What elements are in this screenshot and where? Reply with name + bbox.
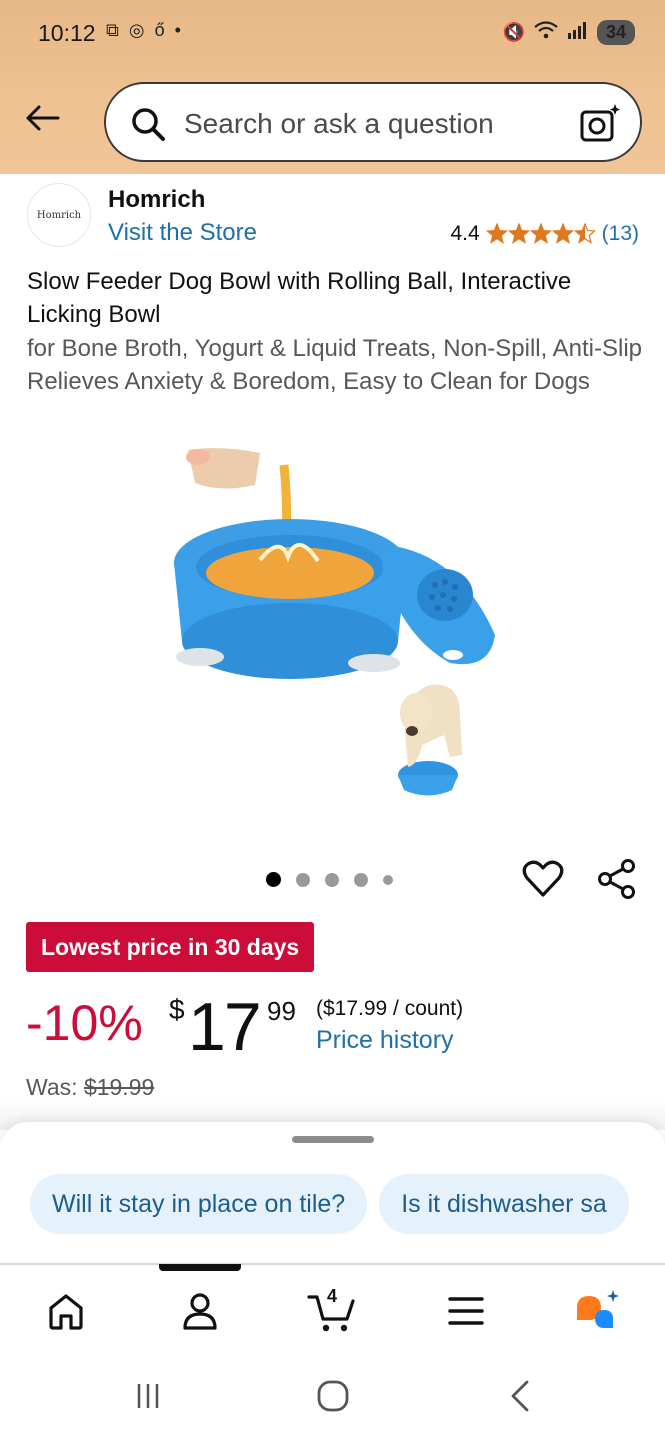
carousel-dot[interactable] <box>354 872 368 887</box>
status-bar: 10:12 ⧉ ◎ ő • 🔇 34 <box>0 0 665 68</box>
home-system-button[interactable] <box>313 1376 353 1416</box>
bottom-nav: 4 <box>0 1266 665 1350</box>
mute-icon: 🔇 <box>502 22 525 42</box>
battery-indicator: 34 <box>596 20 635 45</box>
home-icon <box>49 1294 83 1330</box>
share-icon[interactable] <box>596 858 638 900</box>
was-price: Was: $19.99 <box>26 1074 154 1101</box>
product-image[interactable] <box>160 445 510 805</box>
rating-stars-icon <box>485 223 596 244</box>
deal-badge: Lowest price in 30 days <box>26 922 315 972</box>
recent-apps-button[interactable] <box>128 1376 168 1416</box>
carousel-dot[interactable] <box>383 874 393 885</box>
carousel-dot[interactable] <box>296 872 310 887</box>
rating[interactable]: 4.4 (13) <box>450 222 639 246</box>
visit-store-link[interactable]: Visit the Store <box>108 219 257 247</box>
app-notification-icon: ő <box>154 20 165 40</box>
rating-value: 4.4 <box>450 222 480 245</box>
nav-active-indicator <box>159 1264 241 1271</box>
price-fraction: 99 <box>267 996 296 1026</box>
was-price-value: $19.99 <box>83 1074 155 1100</box>
discount-percent: -10% <box>26 995 143 1051</box>
account-icon <box>183 1293 217 1330</box>
recent-apps-icon <box>137 1384 159 1408</box>
nav-home[interactable] <box>41 1286 91 1336</box>
back-arrow-icon <box>26 105 60 131</box>
menu-icon <box>448 1297 484 1325</box>
product-subtitle: for Bone Broth, Yogurt & Liquid Treats, … <box>27 335 643 395</box>
nav-rufus[interactable] <box>573 1286 623 1336</box>
back-button[interactable] <box>20 96 64 140</box>
brand-logo-text: Homrich <box>36 209 82 221</box>
chevron-left-icon <box>511 1380 529 1412</box>
screenshot-icon: ⧉ <box>106 20 119 40</box>
home-circle-icon <box>317 1380 349 1412</box>
was-label: Was: <box>26 1074 78 1100</box>
price-currency: $ <box>169 994 185 1025</box>
system-nav-bar <box>0 1350 665 1440</box>
image-carousel-dots[interactable] <box>266 872 393 887</box>
status-right-icons: 🔇 34 <box>503 20 635 45</box>
cart-count-badge: 4 <box>327 1286 338 1306</box>
carousel-dot[interactable] <box>266 872 281 887</box>
system-back-button[interactable] <box>500 1376 540 1416</box>
brand-logo[interactable]: Homrich <box>27 183 91 247</box>
nav-menu[interactable] <box>441 1286 491 1336</box>
dot-icon: • <box>174 20 181 40</box>
rating-count: (13) <box>601 222 639 245</box>
nav-account[interactable] <box>175 1286 225 1336</box>
status-left-icons: ⧉ ◎ ő • <box>106 20 181 41</box>
location-icon: ◎ <box>128 20 145 40</box>
search-icon <box>132 108 165 141</box>
nav-divider <box>0 1263 665 1265</box>
wifi-icon <box>533 20 559 45</box>
suggestion-chip[interactable]: Is it dishwasher sa <box>379 1174 629 1234</box>
signal-icon <box>567 20 589 45</box>
nav-cart[interactable]: 4 <box>307 1286 357 1336</box>
rufus-icon <box>577 1290 619 1328</box>
price-history-link[interactable]: Price history <box>316 1026 454 1055</box>
price-whole: 17 <box>188 989 262 1065</box>
search-bar[interactable]: Search or ask a question <box>104 82 642 162</box>
brand-name: Homrich <box>108 186 206 213</box>
search-input[interactable]: Search or ask a question <box>184 108 494 140</box>
heart-icon[interactable] <box>522 858 564 900</box>
status-time: 10:12 <box>38 20 96 46</box>
unit-price: ($17.99 / count) <box>316 997 464 1020</box>
suggestion-chip[interactable]: Will it stay in place on tile? <box>30 1174 368 1234</box>
sheet-drag-handle[interactable] <box>292 1136 374 1143</box>
product-title: Slow Feeder Dog Bowl with Rolling Ball, … <box>27 268 572 328</box>
carousel-dot[interactable] <box>325 872 339 887</box>
question-suggestions: Will it stay in place on tile? Is it dis… <box>30 1174 629 1234</box>
header: 10:12 ⧉ ◎ ő • 🔇 34 Search or ask a quest… <box>0 0 665 174</box>
camera-search-icon[interactable] <box>578 102 622 146</box>
